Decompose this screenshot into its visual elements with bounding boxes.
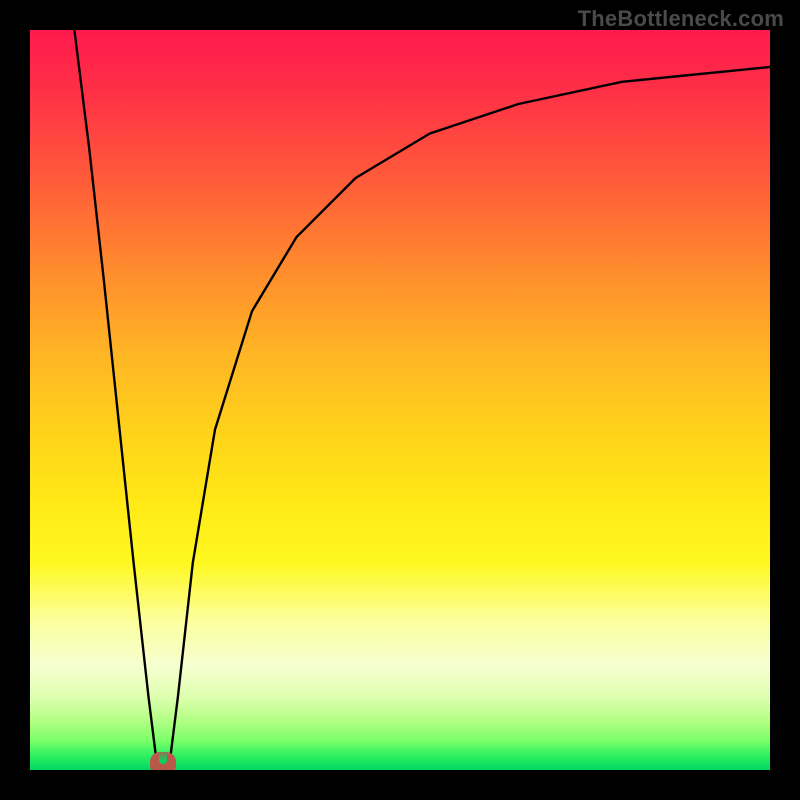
curve-right-branch: [171, 67, 770, 755]
plot-area: [30, 30, 770, 770]
watermark-text: TheBottleneck.com: [578, 6, 784, 32]
curve-svg: [30, 30, 770, 770]
chart-frame: TheBottleneck.com: [0, 0, 800, 800]
curve-left-branch: [74, 30, 155, 755]
dip-marker: [150, 752, 176, 770]
